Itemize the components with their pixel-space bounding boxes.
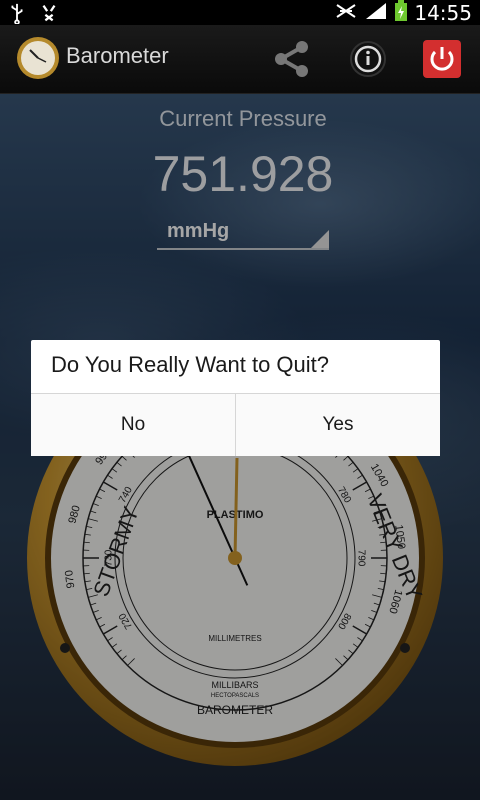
- app-title: Barometer: [66, 43, 169, 68]
- share-button[interactable]: [268, 35, 316, 83]
- power-button[interactable]: [418, 35, 466, 83]
- action-bar: Barometer: [0, 25, 480, 94]
- share-icon: [275, 41, 308, 77]
- barometer-app-icon: [16, 36, 60, 80]
- battery-icon: [394, 0, 408, 26]
- quit-dialog: Do You Really Want to Quit? No Yes: [31, 340, 440, 456]
- yes-button[interactable]: Yes: [236, 394, 440, 456]
- info-button[interactable]: [344, 35, 392, 83]
- signal-icon: [364, 1, 388, 25]
- clock: 14:55: [414, 0, 472, 25]
- status-bar: 14:55: [0, 0, 480, 25]
- dialog-title: Do You Really Want to Quit?: [51, 352, 330, 377]
- info-icon: [350, 41, 386, 77]
- mute-icon: [334, 1, 358, 25]
- no-button[interactable]: No: [31, 394, 236, 456]
- power-icon: [423, 40, 461, 78]
